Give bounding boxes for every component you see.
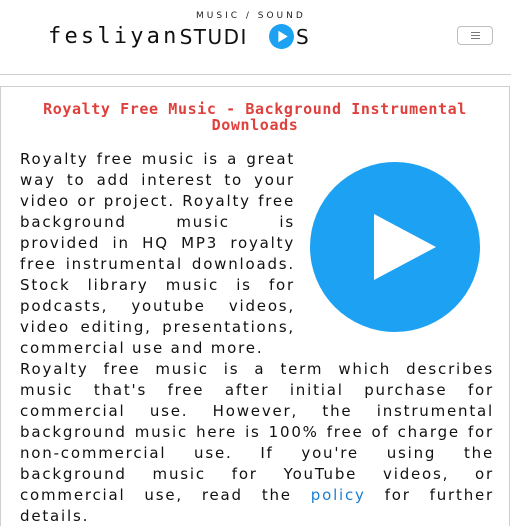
site-header: MUSIC / SOUND fesliyanSTUDI S	[0, 0, 511, 74]
logo-tagline: MUSIC / SOUND	[196, 11, 306, 21]
logo-wordmark: fesliyanSTUDI	[48, 23, 248, 53]
logo-wordmark-studi: STUDI	[179, 25, 248, 49]
menu-toggle-button[interactable]	[457, 26, 493, 45]
play-icon[interactable]	[310, 162, 480, 332]
body-text-before-link: Royalty free music is a term which descr…	[20, 360, 494, 504]
logo-wordmark-fesliyan: fesliyan	[48, 24, 180, 49]
page-title: Royalty Free Music - Background Instrume…	[43, 100, 467, 134]
hamburger-icon	[471, 32, 480, 39]
logo-wordmark-s: S	[296, 25, 309, 49]
body-paragraph: Royalty free music is a term which descr…	[20, 359, 494, 527]
intro-paragraph: Royalty free music is a great way to add…	[20, 150, 295, 357]
header-divider	[0, 74, 511, 75]
logo-play-icon	[269, 24, 294, 49]
policy-link[interactable]: policy	[311, 486, 366, 504]
site-logo[interactable]: MUSIC / SOUND fesliyanSTUDI S	[48, 10, 310, 52]
